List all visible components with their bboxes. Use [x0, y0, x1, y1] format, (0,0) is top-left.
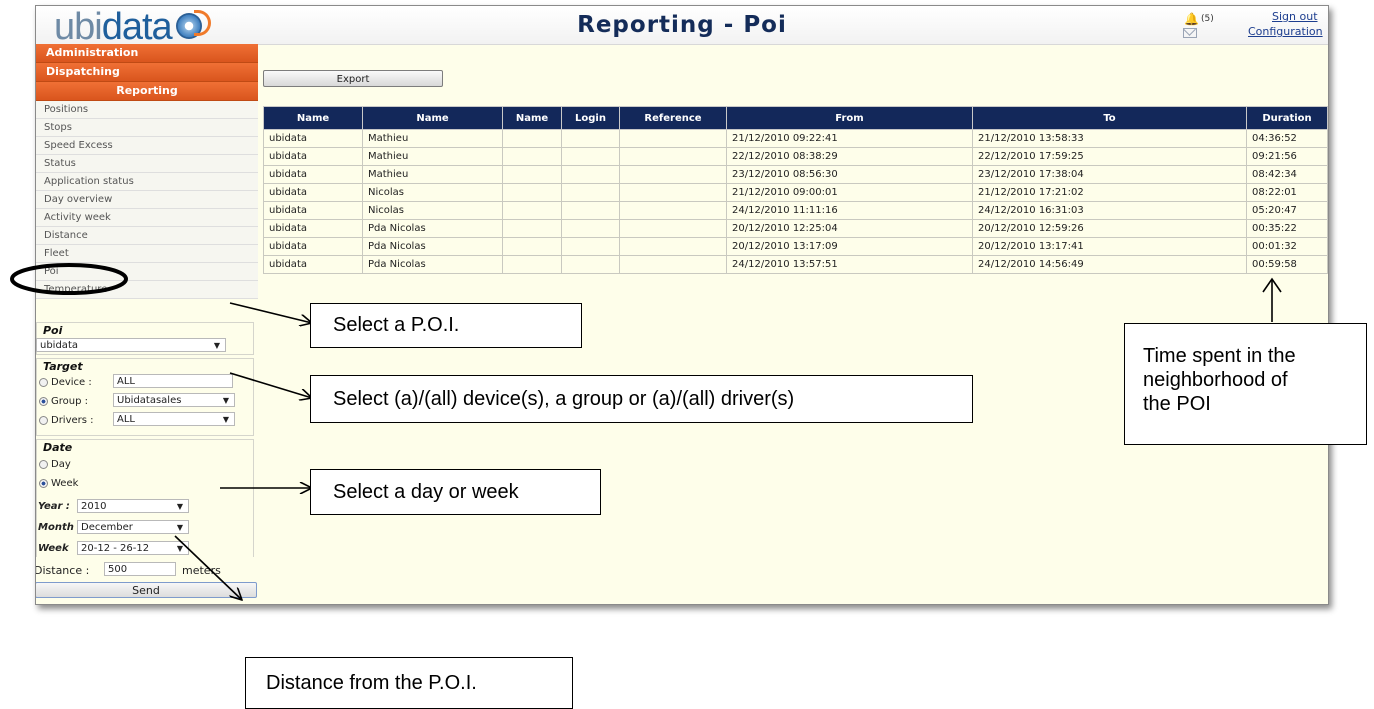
callout-select-target-text: Select (a)/(all) device(s), a group or (… [333, 388, 795, 410]
callout-time-spent-line2: neighborhood of [1143, 369, 1288, 391]
callout-time-spent-line3: the POI [1143, 393, 1211, 415]
callout-distance-text: Distance from the P.O.I. [266, 672, 477, 694]
callout-select-date: Select a day or week [310, 469, 601, 515]
callout-select-poi: Select a P.O.I. [310, 303, 582, 348]
target-arrow [229, 372, 312, 398]
callout-time-spent: Time spent in the neighborhood of the PO… [1124, 323, 1367, 445]
callout-select-target: Select (a)/(all) device(s), a group or (… [310, 375, 973, 423]
callout-select-date-text: Select a day or week [333, 481, 519, 503]
poi-arrow [229, 302, 312, 323]
highlight-ellipse [10, 263, 128, 295]
callout-time-spent-line1: Time spent in the [1143, 345, 1296, 367]
callout-distance: Distance from the P.O.I. [245, 657, 573, 709]
distance-arrow [174, 535, 242, 600]
callout-select-poi-text: Select a P.O.I. [333, 314, 460, 336]
